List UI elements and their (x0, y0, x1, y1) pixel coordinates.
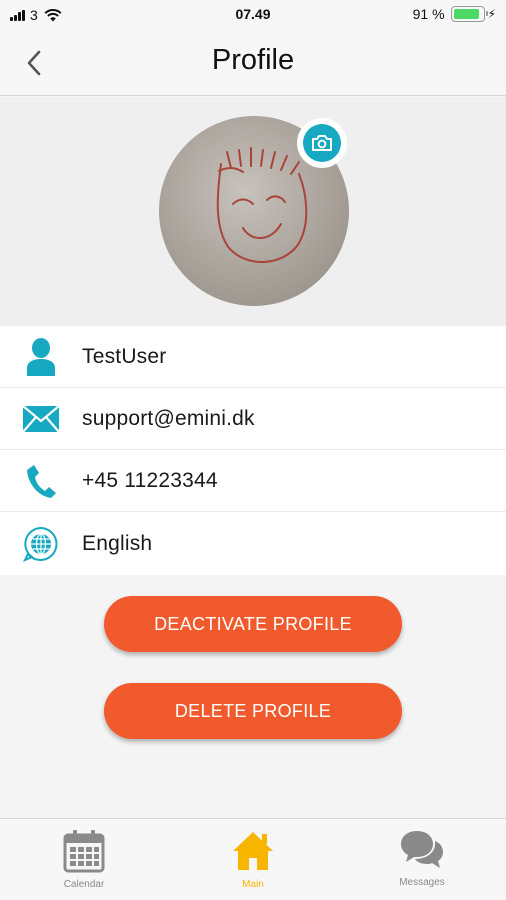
profile-info-list: TestUser support@emini.dk +45 11223344 E… (0, 326, 506, 575)
tab-main-label: Main (242, 879, 264, 890)
camera-icon (312, 135, 332, 151)
nav-bar: Profile (0, 30, 506, 96)
status-bar: 3 07.49 91 % ⚡ (0, 0, 506, 30)
calendar-icon (63, 830, 105, 873)
tab-main[interactable]: Main (193, 829, 313, 890)
chat-bubbles-icon (401, 831, 443, 868)
username-text: TestUser (82, 344, 167, 368)
language-row[interactable]: English (0, 512, 506, 575)
tab-calendar[interactable]: Calendar (24, 829, 144, 890)
tab-bar: Calendar Main Messages (0, 818, 506, 900)
phone-text: +45 11223344 (82, 468, 218, 492)
username-row[interactable]: TestUser (0, 326, 506, 388)
user-icon (27, 337, 55, 376)
page-title: Profile (211, 44, 295, 76)
tab-calendar-label: Calendar (63, 879, 105, 890)
envelope-icon (22, 404, 60, 433)
battery-percent: 91 % (412, 6, 445, 22)
delete-profile-button[interactable]: DELETE PROFILE (104, 683, 402, 739)
avatar-section (0, 97, 506, 326)
email-text: support@emini.dk (82, 406, 255, 430)
battery-icon (450, 6, 488, 22)
phone-row[interactable]: +45 11223344 (0, 450, 506, 512)
home-icon (233, 832, 273, 870)
charging-icon: ⚡ (487, 7, 496, 21)
email-row[interactable]: support@emini.dk (0, 388, 506, 450)
tab-messages-label: Messages (399, 877, 445, 888)
tab-messages[interactable]: Messages (362, 829, 482, 888)
status-right: 91 % ⚡ (413, 6, 496, 22)
change-photo-button[interactable] (297, 118, 347, 168)
language-text: English (82, 531, 153, 555)
globe-chat-icon (22, 526, 58, 562)
phone-icon (27, 464, 56, 498)
deactivate-profile-button[interactable]: DEACTIVATE PROFILE (104, 596, 402, 652)
